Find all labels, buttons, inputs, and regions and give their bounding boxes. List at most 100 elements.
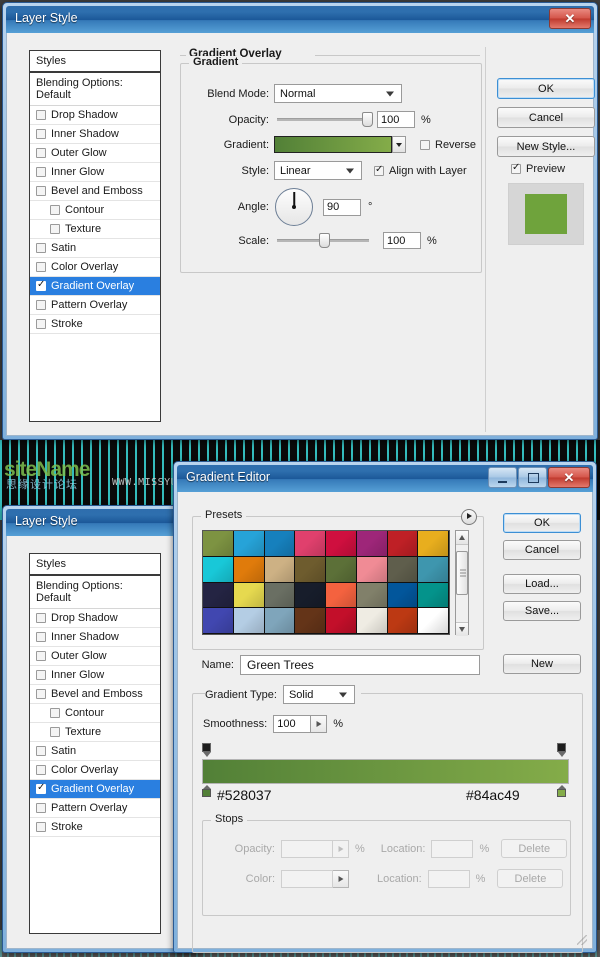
preset-swatch[interactable] bbox=[356, 531, 388, 557]
preset-swatch[interactable] bbox=[326, 582, 357, 609]
effect-item-bevel-and-emboss[interactable]: Bevel and Emboss bbox=[30, 182, 160, 201]
preset-swatch[interactable] bbox=[356, 556, 388, 583]
preset-swatch[interactable] bbox=[418, 556, 449, 583]
effect-item-color-overlay[interactable]: Color Overlay bbox=[30, 258, 160, 277]
close-button-layer-style[interactable]: ✕ bbox=[549, 8, 591, 29]
effect-item-pattern-overlay[interactable]: Pattern Overlay bbox=[30, 296, 160, 315]
effect-checkbox[interactable] bbox=[36, 129, 46, 139]
titlebar-gradient-editor[interactable]: Gradient Editor ✕ bbox=[177, 465, 593, 492]
align-with-layer-checkbox[interactable] bbox=[374, 164, 384, 176]
effect-item-gradient-overlay[interactable]: Gradient Overlay bbox=[30, 277, 160, 296]
effect-checkbox[interactable] bbox=[36, 782, 46, 794]
scroll-up-button[interactable] bbox=[456, 531, 468, 545]
effect-item-outer-glow[interactable]: Outer Glow bbox=[30, 144, 160, 163]
reverse-checkbox[interactable] bbox=[420, 139, 430, 150]
preset-swatch[interactable] bbox=[295, 531, 326, 557]
opacity-slider-thumb[interactable] bbox=[362, 112, 373, 127]
gradient-name-input[interactable] bbox=[240, 655, 480, 675]
preset-swatch[interactable] bbox=[326, 556, 357, 583]
smoothness-spinner[interactable] bbox=[311, 715, 328, 733]
effect-checkbox[interactable] bbox=[36, 110, 46, 120]
preview-checkbox-row[interactable]: Preview bbox=[511, 162, 565, 175]
preset-swatch[interactable] bbox=[326, 608, 357, 634]
preset-swatch[interactable] bbox=[387, 556, 419, 583]
opacity-slider[interactable] bbox=[277, 112, 373, 127]
scroll-down-button[interactable] bbox=[456, 622, 468, 636]
effect-checkbox[interactable] bbox=[36, 746, 46, 756]
preset-swatch[interactable] bbox=[264, 608, 296, 634]
effect-checkbox[interactable] bbox=[36, 300, 46, 310]
effect-item-drop-shadow[interactable]: Drop Shadow bbox=[30, 609, 160, 628]
gradient-color-stop-left[interactable] bbox=[202, 785, 213, 798]
preset-swatch[interactable] bbox=[387, 582, 419, 609]
resize-grip-icon[interactable] bbox=[577, 935, 587, 945]
effect-item-drop-shadow[interactable]: Drop Shadow bbox=[30, 106, 160, 125]
preset-swatch[interactable] bbox=[203, 608, 234, 634]
preset-swatch[interactable] bbox=[233, 608, 265, 634]
blending-options-secondary[interactable]: Blending Options: Default bbox=[30, 576, 160, 609]
effect-item-stroke[interactable]: Stroke bbox=[30, 315, 160, 334]
preset-swatch[interactable] bbox=[203, 582, 234, 609]
preset-swatch[interactable] bbox=[418, 531, 449, 557]
gradient-color-stop-right[interactable] bbox=[557, 785, 568, 798]
angle-input[interactable] bbox=[323, 198, 361, 216]
scale-input[interactable] bbox=[383, 232, 421, 249]
preset-swatch[interactable] bbox=[233, 582, 265, 609]
scrollbar-thumb[interactable] bbox=[456, 551, 468, 595]
minimize-button[interactable] bbox=[488, 467, 517, 488]
effect-checkbox[interactable] bbox=[36, 613, 46, 623]
titlebar-secondary[interactable]: Layer Style bbox=[6, 509, 198, 536]
effect-checkbox[interactable] bbox=[36, 319, 46, 329]
gradient-type-select[interactable]: Solid bbox=[282, 685, 355, 704]
preset-swatch[interactable] bbox=[356, 608, 388, 634]
effect-checkbox[interactable] bbox=[36, 765, 46, 775]
effect-item-satin[interactable]: Satin bbox=[30, 742, 160, 761]
styles-list[interactable]: Styles Blending Options: Default Drop Sh… bbox=[29, 50, 161, 422]
effect-checkbox[interactable] bbox=[36, 689, 46, 699]
titlebar-layer-style[interactable]: Layer Style ✕ bbox=[6, 6, 594, 33]
cancel-button[interactable]: Cancel bbox=[497, 107, 595, 128]
gradient-opacity-stop-left[interactable] bbox=[202, 743, 213, 757]
preset-swatch[interactable] bbox=[203, 531, 234, 557]
style-select[interactable]: Linear bbox=[274, 161, 362, 180]
ge-cancel-button[interactable]: Cancel bbox=[503, 540, 581, 560]
gradient-preview-bar[interactable] bbox=[202, 759, 569, 784]
effect-item-gradient-overlay[interactable]: Gradient Overlay bbox=[30, 780, 160, 799]
effect-item-inner-shadow[interactable]: Inner Shadow bbox=[30, 628, 160, 647]
preset-swatch[interactable] bbox=[264, 531, 296, 557]
effect-checkbox[interactable] bbox=[36, 822, 46, 832]
effect-item-pattern-overlay[interactable]: Pattern Overlay bbox=[30, 799, 160, 818]
layer-style-dialog-secondary[interactable]: Layer Style Styles Blending Options: Def… bbox=[2, 505, 202, 953]
effect-item-inner-shadow[interactable]: Inner Shadow bbox=[30, 125, 160, 144]
effect-item-texture[interactable]: Texture bbox=[30, 723, 160, 742]
opacity-input[interactable] bbox=[377, 111, 415, 128]
effect-item-satin[interactable]: Satin bbox=[30, 239, 160, 258]
preset-swatch[interactable] bbox=[418, 608, 449, 634]
ge-ok-button[interactable]: OK bbox=[503, 513, 581, 533]
preset-swatch[interactable] bbox=[387, 608, 419, 634]
effect-item-contour[interactable]: Contour bbox=[30, 201, 160, 220]
preset-swatch[interactable] bbox=[356, 582, 388, 609]
effect-item-inner-glow[interactable]: Inner Glow bbox=[30, 666, 160, 685]
effect-checkbox[interactable] bbox=[50, 224, 60, 234]
presets-scrollbar[interactable] bbox=[455, 530, 469, 636]
preset-swatch[interactable] bbox=[203, 556, 234, 583]
effect-item-stroke[interactable]: Stroke bbox=[30, 818, 160, 837]
ge-save-button[interactable]: Save... bbox=[503, 601, 581, 621]
reverse-checkbox-row[interactable]: Reverse bbox=[420, 139, 476, 151]
preset-swatch[interactable] bbox=[387, 531, 419, 557]
effect-item-texture[interactable]: Texture bbox=[30, 220, 160, 239]
scale-slider-thumb[interactable] bbox=[319, 233, 330, 248]
scale-slider[interactable] bbox=[277, 233, 369, 248]
effect-item-outer-glow[interactable]: Outer Glow bbox=[30, 647, 160, 666]
preset-swatch[interactable] bbox=[264, 582, 296, 609]
ge-load-button[interactable]: Load... bbox=[503, 574, 581, 594]
angle-dial[interactable] bbox=[275, 188, 313, 226]
effect-checkbox[interactable] bbox=[36, 262, 46, 272]
scrollbar-track[interactable] bbox=[456, 545, 468, 622]
presets-menu-button[interactable] bbox=[461, 509, 477, 525]
preset-swatch[interactable] bbox=[233, 531, 265, 557]
preset-swatch[interactable] bbox=[418, 582, 449, 609]
gradient-picker-dropdown[interactable] bbox=[392, 136, 406, 153]
layer-style-dialog[interactable]: Layer Style ✕ Styles Blending Options: D… bbox=[2, 2, 598, 440]
